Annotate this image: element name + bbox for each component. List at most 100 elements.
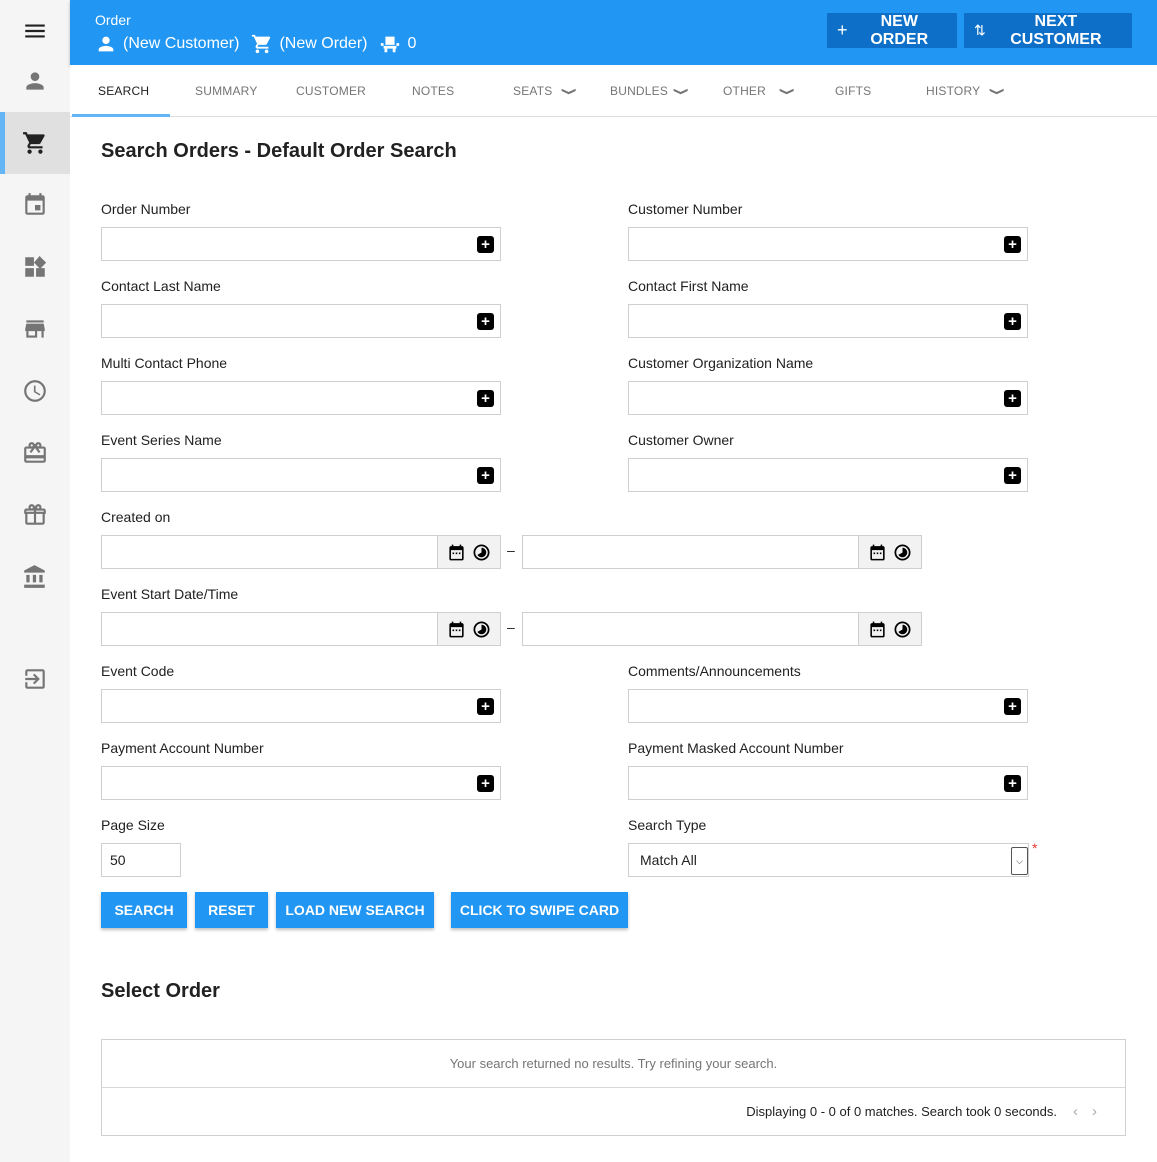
event-code-input[interactable]: [102, 690, 500, 722]
results-status: Displaying 0 - 0 of 0 matches. Search to…: [746, 1104, 1057, 1119]
tab-history[interactable]: HISTORY ❯: [926, 65, 1004, 117]
contact-last-name-field: +: [101, 304, 501, 338]
event-start-from-input[interactable]: [102, 613, 437, 645]
customer-owner-input[interactable]: [629, 459, 1027, 491]
add-icon[interactable]: +: [1004, 775, 1021, 792]
store-icon: [25, 320, 45, 338]
add-icon[interactable]: +: [477, 775, 494, 792]
person-icon: [98, 36, 114, 52]
search-type-select[interactable]: Match All ⌵: [628, 843, 1029, 877]
contact-first-name-input[interactable]: [629, 305, 1027, 337]
tab-search[interactable]: SEARCH: [98, 65, 149, 117]
created-on-label: Created on: [101, 509, 171, 525]
sidebar-item-gift-cards[interactable]: [0, 422, 70, 484]
swipe-card-button[interactable]: CLICK TO SWIPE CARD: [451, 892, 628, 928]
order-context-item[interactable]: (New Order): [251, 33, 367, 55]
date-addon: [437, 612, 501, 646]
date-addon: [858, 535, 922, 569]
add-icon[interactable]: +: [1004, 236, 1021, 253]
bank-icon: [24, 565, 45, 588]
add-icon[interactable]: +: [1004, 390, 1021, 407]
order-name: (New Order): [279, 35, 368, 52]
add-icon[interactable]: +: [1004, 467, 1021, 484]
page-size-input[interactable]: [102, 844, 180, 876]
sidebar-item-bank[interactable]: [0, 546, 70, 608]
event-start-from: [101, 612, 501, 646]
multi-contact-phone-input[interactable]: [102, 382, 500, 414]
sidebar-item-widgets[interactable]: [0, 236, 70, 298]
add-icon[interactable]: +: [1004, 313, 1021, 330]
event-code-label: Event Code: [101, 663, 175, 679]
menu-icon: [25, 24, 45, 38]
add-icon[interactable]: +: [477, 313, 494, 330]
tab-summary[interactable]: SUMMARY: [195, 65, 258, 117]
customer-owner-label: Customer Owner: [628, 432, 734, 448]
comments-input[interactable]: [629, 690, 1027, 722]
calendar-icon[interactable]: [447, 543, 466, 562]
sidebar-item-logout[interactable]: [0, 648, 70, 710]
tab-notes[interactable]: NOTES: [412, 65, 454, 117]
add-icon[interactable]: +: [477, 390, 494, 407]
time-icon[interactable]: [472, 620, 491, 639]
calendar-icon[interactable]: [868, 543, 887, 562]
reset-button[interactable]: RESET: [195, 892, 268, 928]
event-series-name-input[interactable]: [102, 459, 500, 491]
time-icon[interactable]: [893, 543, 912, 562]
created-on-from-wrap: [101, 535, 437, 569]
new-order-label: NEW ORDER: [870, 12, 929, 48]
contact-first-name-label: Contact First Name: [628, 278, 749, 294]
tab-customer[interactable]: CUSTOMER: [296, 65, 366, 117]
customer-context[interactable]: (New Customer): [95, 33, 239, 55]
time-icon[interactable]: [472, 543, 491, 562]
event-start-to-wrap: [522, 612, 858, 646]
sidebar-item-store[interactable]: [0, 298, 70, 360]
add-icon[interactable]: +: [477, 467, 494, 484]
calendar-icon[interactable]: [447, 620, 466, 639]
load-new-search-button[interactable]: LOAD NEW SEARCH: [276, 892, 434, 928]
created-on-to-input[interactable]: [523, 536, 858, 568]
next-customer-label: NEXT CUSTOMER: [1010, 12, 1102, 48]
new-order-button[interactable]: + NEW ORDER: [827, 13, 957, 48]
empty-results-message: Your search returned no results. Try ref…: [102, 1040, 1125, 1088]
sidebar-item-calendar[interactable]: [0, 174, 70, 236]
calendar-icon[interactable]: [868, 620, 887, 639]
sidebar-item-gifts[interactable]: [0, 484, 70, 546]
select-order-title: Select Order: [101, 980, 220, 1002]
seat-context[interactable]: 0: [379, 33, 416, 55]
tab-gifts[interactable]: GIFTS: [835, 65, 871, 117]
contact-last-name-input[interactable]: [102, 305, 500, 337]
chevron-right-icon[interactable]: ›: [1086, 1103, 1103, 1120]
sidebar-item-order[interactable]: [0, 112, 70, 174]
event-start-label: Event Start Date/Time: [101, 586, 239, 602]
search-button[interactable]: SEARCH: [101, 892, 187, 928]
tab-other[interactable]: OTHER ❯: [723, 65, 794, 117]
chevron-down-icon: ❯: [672, 86, 689, 96]
event-start-to: [522, 612, 922, 646]
gift-icon: [24, 504, 46, 525]
customer-number-input[interactable]: [629, 228, 1027, 260]
sidebar-item-history[interactable]: [0, 360, 70, 422]
customer-owner-field: +: [628, 458, 1028, 492]
chevron-left-icon[interactable]: ‹: [1067, 1103, 1084, 1120]
add-icon[interactable]: +: [1004, 698, 1021, 715]
order-number-input[interactable]: [102, 228, 500, 260]
payment-masked-input[interactable]: [629, 767, 1027, 799]
time-icon[interactable]: [893, 620, 912, 639]
sidebar-item-customer[interactable]: [0, 50, 70, 112]
tab-seats[interactable]: SEATS ❯: [513, 65, 577, 117]
created-on-from-input[interactable]: [102, 536, 437, 568]
clock-icon: [24, 380, 46, 402]
tab-bundles[interactable]: BUNDLES ❯: [610, 65, 689, 117]
event-start-to-input[interactable]: [523, 613, 858, 645]
tab-label: BUNDLES: [610, 84, 669, 98]
add-icon[interactable]: +: [477, 698, 494, 715]
payment-masked-label: Payment Masked Account Number: [628, 740, 844, 756]
add-icon[interactable]: +: [477, 236, 494, 253]
chevron-down-icon: ❯: [561, 86, 577, 96]
order-number-field: +: [101, 227, 501, 261]
payment-account-input[interactable]: [102, 767, 500, 799]
tab-label: NOTES: [412, 84, 455, 98]
tab-label: GIFTS: [835, 84, 872, 98]
customer-org-name-input[interactable]: [629, 382, 1027, 414]
next-customer-button[interactable]: ⇅ NEXT CUSTOMER: [964, 13, 1132, 48]
